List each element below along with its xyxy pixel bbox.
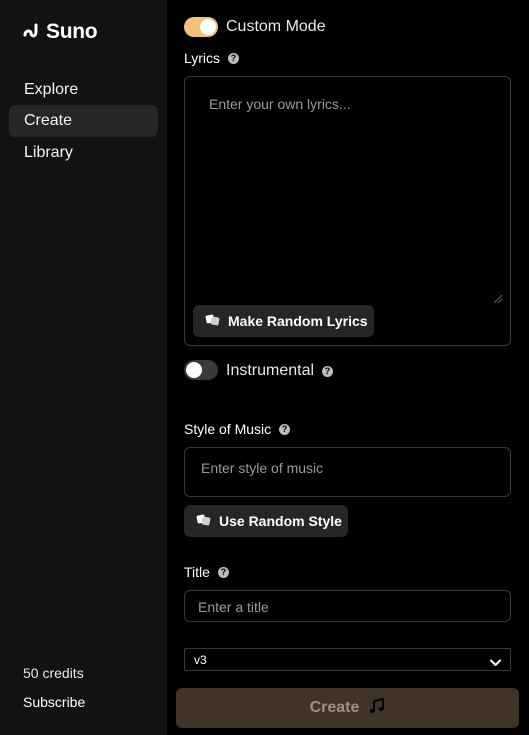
sidebar-item-create[interactable]: Create: [9, 105, 158, 137]
dice-icon: [196, 513, 211, 529]
lyrics-placeholder: Enter your own lyrics...: [209, 96, 351, 112]
title-placeholder: Enter a title: [198, 599, 269, 615]
create-button[interactable]: Create: [176, 688, 519, 728]
title-label-row: Title ?: [184, 564, 229, 580]
subscribe-link[interactable]: Subscribe: [23, 694, 85, 710]
custom-mode-label: Custom Mode: [226, 18, 326, 35]
lyrics-label: Lyrics: [184, 50, 221, 66]
brand-logo[interactable]: Suno: [23, 20, 98, 44]
credits-count: 50 credits: [23, 665, 84, 681]
version-value: v3: [194, 653, 207, 667]
version-select[interactable]: v3: [184, 648, 511, 671]
make-random-lyrics-button[interactable]: Make Random Lyrics: [193, 305, 374, 337]
title-label: Title: [184, 564, 210, 580]
use-random-style-label: Use Random Style: [219, 513, 342, 529]
chevron-down-icon: [490, 654, 501, 672]
dice-icon: [205, 313, 220, 329]
sidebar: Suno Explore Create Library 50 credits S…: [0, 0, 167, 735]
question-circle-icon[interactable]: ?: [228, 52, 240, 64]
create-button-label: Create: [309, 699, 360, 716]
custom-mode-toggle[interactable]: [184, 17, 218, 37]
instrumental-toggle[interactable]: [184, 360, 218, 380]
style-placeholder: Enter style of music: [201, 460, 324, 476]
toggle-knob: [186, 362, 202, 378]
resize-grip-icon[interactable]: [494, 295, 502, 303]
style-textarea[interactable]: Enter style of music: [184, 447, 511, 497]
toggle-knob: [200, 19, 216, 35]
brand-name: Suno: [46, 20, 98, 43]
style-label: Style of Music: [184, 421, 272, 437]
title-input[interactable]: Enter a title: [184, 590, 511, 622]
suno-wave-icon: [23, 21, 41, 44]
lyrics-label-row: Lyrics ?: [184, 50, 240, 66]
sidebar-item-explore[interactable]: Explore: [9, 74, 158, 106]
music-note-icon: [369, 697, 385, 719]
question-circle-icon[interactable]: ?: [217, 566, 229, 578]
instrumental-label-row: Instrumental ?: [226, 362, 334, 380]
use-random-style-button[interactable]: Use Random Style: [184, 505, 348, 537]
question-circle-icon[interactable]: ?: [322, 365, 334, 377]
style-label-row: Style of Music ?: [184, 421, 291, 437]
question-circle-icon[interactable]: ?: [279, 423, 291, 435]
make-random-lyrics-label: Make Random Lyrics: [228, 313, 368, 329]
instrumental-label: Instrumental: [226, 362, 315, 379]
sidebar-item-library[interactable]: Library: [9, 137, 158, 169]
